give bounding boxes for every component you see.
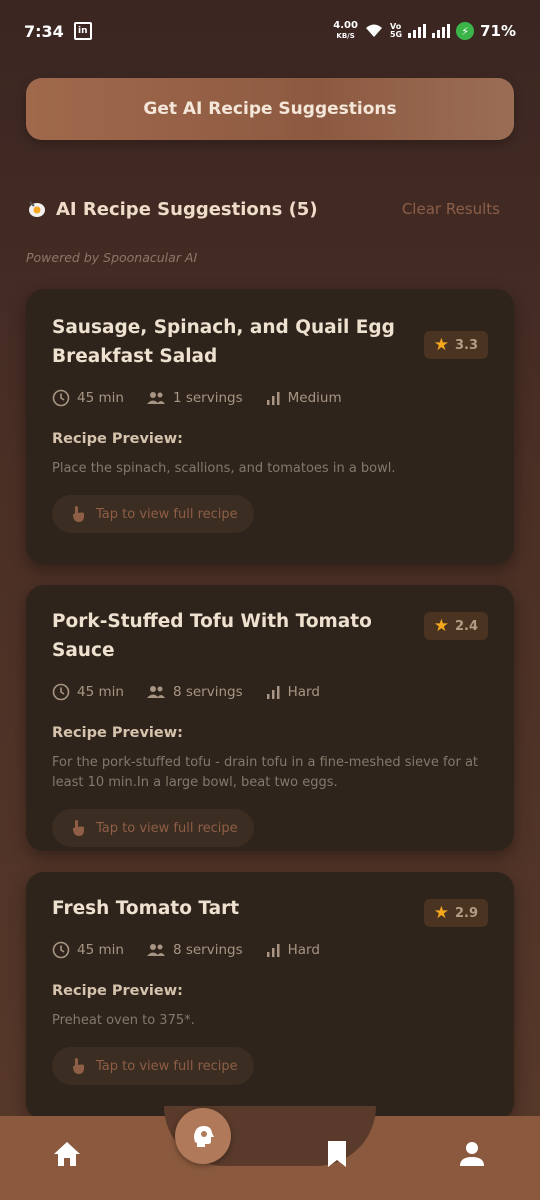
recipe-title: Fresh Tomato Tart xyxy=(52,898,240,919)
bottom-navigation xyxy=(0,1106,540,1200)
servings: 1 servings xyxy=(146,390,243,406)
status-time: 7:34 xyxy=(24,21,64,41)
recipe-title: Sausage, Spinach, and Quail Egg Breakfas… xyxy=(52,317,395,367)
clear-results-button[interactable]: Clear Results xyxy=(402,200,500,218)
signal-icon-1 xyxy=(408,24,427,38)
cook-time: 45 min xyxy=(52,683,124,701)
home-icon xyxy=(54,1142,80,1166)
recipe-meta: 45 min 8 servings Hard xyxy=(52,941,488,959)
suggestions-title: AI Recipe Suggestions (5) xyxy=(56,198,318,220)
nav-profile[interactable] xyxy=(452,1134,492,1174)
battery-level: 71% xyxy=(480,22,516,40)
rating-value: 3.3 xyxy=(454,337,478,353)
ai-chef-icon xyxy=(194,1126,214,1147)
servings: 8 servings xyxy=(146,684,243,700)
people-icon xyxy=(146,686,165,698)
preview-text: Place the spinach, scallions, and tomato… xyxy=(52,461,396,476)
star-icon: ★ xyxy=(433,335,449,355)
difficulty-bars-icon xyxy=(266,392,280,405)
difficulty-value: Hard xyxy=(287,684,320,700)
view-full-recipe-button[interactable]: Tap to view full recipe xyxy=(52,809,254,847)
status-bar: 7:34 in 4.00 KB/S Vo 5G ⚡ 71% xyxy=(0,0,540,62)
nav-bookmarks[interactable] xyxy=(317,1134,357,1174)
star-icon: ★ xyxy=(433,616,449,636)
tap-hand-icon xyxy=(73,820,84,836)
linkedin-notification-icon: in xyxy=(73,22,92,40)
tap-hand-icon xyxy=(73,1058,84,1074)
preview-text: Preheat oven to 375*. xyxy=(52,1013,195,1028)
preview-label: Recipe Preview: xyxy=(52,983,183,999)
recipe-meta: 45 min 1 servings Medium xyxy=(52,389,488,407)
rating-badge: ★ 2.9 xyxy=(423,899,488,927)
servings: 8 servings xyxy=(146,942,243,958)
difficulty: Hard xyxy=(265,942,320,958)
battery-charging-icon: ⚡ xyxy=(456,22,475,40)
get-ai-suggestions-button[interactable]: Get AI Recipe Suggestions xyxy=(26,78,514,140)
network-speed-unit: KB/S xyxy=(336,32,355,40)
difficulty-value: Medium xyxy=(287,390,342,406)
recipe-meta: 45 min 8 servings Hard xyxy=(52,683,488,701)
preview-text: For the pork-stuffed tofu - drain tofu i… xyxy=(52,755,479,790)
servings-value: 8 servings xyxy=(172,684,243,700)
recipe-card[interactable]: Pork-Stuffed Tofu With Tomato Sauce ★ 2.… xyxy=(26,585,514,851)
wifi-icon xyxy=(365,24,382,37)
rating-badge: ★ 3.3 xyxy=(423,331,488,359)
star-icon: ★ xyxy=(433,903,449,923)
cook-time-value: 45 min xyxy=(77,942,124,958)
difficulty-bars-icon xyxy=(266,686,280,699)
preview-label: Recipe Preview: xyxy=(52,725,183,741)
view-full-recipe-button[interactable]: Tap to view full recipe xyxy=(52,495,254,533)
view-full-recipe-label: Tap to view full recipe xyxy=(96,506,238,522)
difficulty: Medium xyxy=(265,390,342,406)
cook-time-value: 45 min xyxy=(77,684,124,700)
fried-egg-icon xyxy=(26,198,48,220)
cook-time-value: 45 min xyxy=(77,390,124,406)
profile-icon xyxy=(460,1142,484,1166)
rating-value: 2.9 xyxy=(454,905,478,921)
clock-icon xyxy=(52,683,70,701)
rating-value: 2.4 xyxy=(454,618,478,634)
difficulty-bars-icon xyxy=(266,944,280,957)
signal-icon-2 xyxy=(432,24,451,38)
view-full-recipe-button[interactable]: Tap to view full recipe xyxy=(52,1047,254,1085)
people-icon xyxy=(146,392,165,404)
servings-value: 8 servings xyxy=(172,942,243,958)
powered-by-text: Powered by Spoonacular AI xyxy=(26,250,198,265)
view-full-recipe-label: Tap to view full recipe xyxy=(96,1058,238,1074)
network-speed-value: 4.00 xyxy=(333,20,358,31)
difficulty: Hard xyxy=(265,684,320,700)
nav-home[interactable] xyxy=(47,1134,87,1174)
cook-time: 45 min xyxy=(52,389,124,407)
cook-time: 45 min xyxy=(52,941,124,959)
servings-value: 1 servings xyxy=(172,390,243,406)
people-icon xyxy=(146,944,165,956)
clock-icon xyxy=(52,389,70,407)
volte-icon: Vo 5G xyxy=(389,22,403,39)
view-full-recipe-label: Tap to view full recipe xyxy=(96,820,238,836)
tap-hand-icon xyxy=(73,506,84,522)
clock-icon xyxy=(52,941,70,959)
bookmark-icon xyxy=(328,1141,346,1167)
preview-label: Recipe Preview: xyxy=(52,431,183,447)
network-speed: 4.00 KB/S xyxy=(333,21,358,41)
suggestions-header: AI Recipe Suggestions (5) Clear Results xyxy=(26,194,514,224)
recipe-card[interactable]: Sausage, Spinach, and Quail Egg Breakfas… xyxy=(26,289,514,564)
difficulty-value: Hard xyxy=(287,942,320,958)
rating-badge: ★ 2.4 xyxy=(423,612,488,640)
recipe-card[interactable]: Fresh Tomato Tart ★ 2.9 45 min 8 serving… xyxy=(26,872,514,1120)
nav-ai-chef[interactable] xyxy=(175,1108,231,1164)
recipe-title: Pork-Stuffed Tofu With Tomato Sauce xyxy=(52,611,372,661)
